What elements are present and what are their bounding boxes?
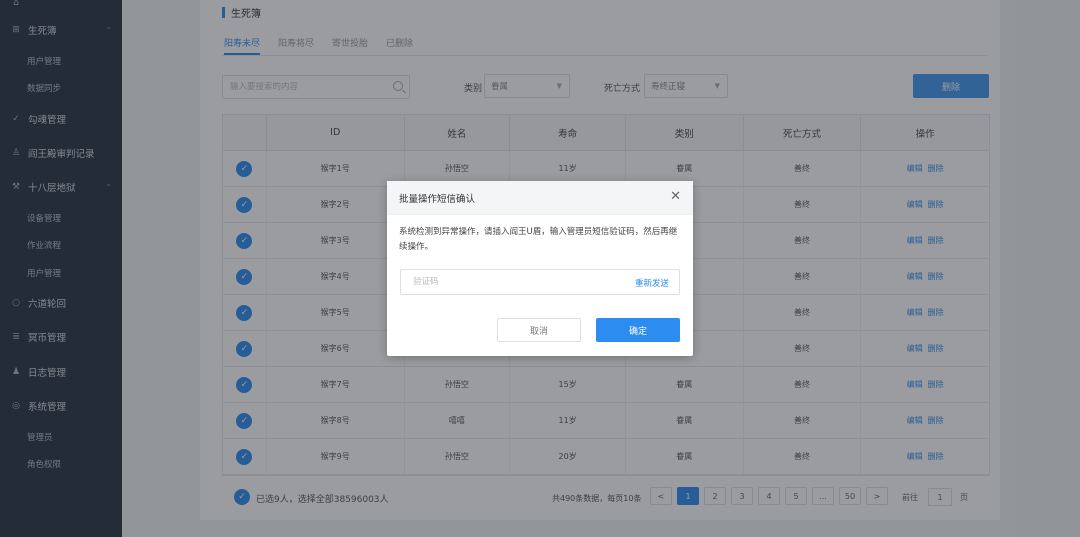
cancel-button[interactable]: 取消 bbox=[497, 318, 581, 342]
confirm-button[interactable]: 确定 bbox=[596, 318, 680, 342]
resend-code-link[interactable]: 重新发送 bbox=[635, 277, 669, 289]
verification-code-field: 重新发送 bbox=[400, 269, 680, 295]
dialog-title: 批量操作短信确认 bbox=[387, 181, 693, 215]
sms-confirm-dialog: 批量操作短信确认 ✕ 系统检测到异常操作，请插入阎王U盾，输入管理员短信验证码，… bbox=[387, 181, 693, 356]
verification-code-input[interactable] bbox=[413, 277, 613, 287]
close-icon[interactable]: ✕ bbox=[670, 190, 681, 204]
dialog-message: 系统检测到异常操作，请插入阎王U盾，输入管理员短信验证码，然后再继续操作。 bbox=[399, 227, 678, 252]
